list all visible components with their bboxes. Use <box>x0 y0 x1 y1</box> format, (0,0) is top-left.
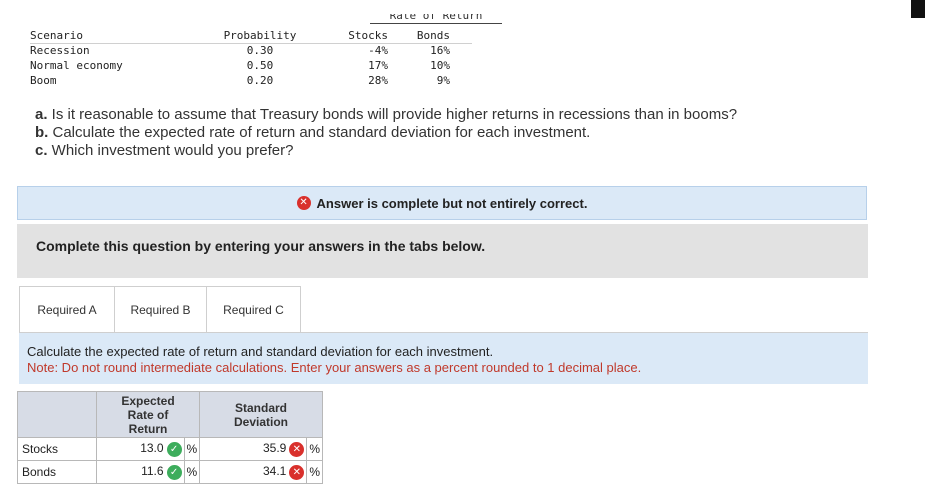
answer-table: Expected Rate of Return Standard Deviati… <box>17 391 323 484</box>
header-standard-deviation: Standard Deviation <box>199 391 323 438</box>
scenario-bonds: 16% <box>430 44 450 57</box>
input-value: 34.1 <box>263 464 287 479</box>
std-dev-bonds-input[interactable]: 34.1 ✕ <box>198 460 308 484</box>
question-c: c. Which investment would you prefer? <box>35 142 737 160</box>
scenario-row: Boom 0.20 28% 9% <box>30 73 472 88</box>
scenario-name: Recession <box>30 44 90 57</box>
answer-status-banner: ✕ Answer is complete but not entirely co… <box>17 186 867 220</box>
tab-label: Required C <box>223 302 284 317</box>
instruction-text: Complete this question by entering your … <box>36 238 486 254</box>
header-scenario: Scenario <box>30 29 83 42</box>
task-instructions: Calculate the expected rate of return an… <box>19 333 868 384</box>
scenario-name: Boom <box>30 74 57 87</box>
percent-unit: % <box>183 437 201 461</box>
question-c-text: Which investment would you prefer? <box>47 142 294 159</box>
row-label-bonds: Bonds <box>17 460 97 484</box>
question-a-label: a. <box>35 106 48 123</box>
tab-required-a[interactable]: Required A <box>19 286 114 332</box>
x-icon: ✕ <box>289 441 305 457</box>
check-icon: ✓ <box>166 464 182 480</box>
task-note: Note: Do not round intermediate calculat… <box>27 360 642 375</box>
scenario-bonds: 9% <box>436 74 450 87</box>
task-text: Calculate the expected rate of return an… <box>27 344 494 359</box>
input-value: 11.6 <box>141 464 164 479</box>
expected-return-bonds-input[interactable]: 11.6 ✓ <box>96 460 185 484</box>
rate-of-return-header: Rate of Return <box>370 14 502 24</box>
header-standard-deviation-label: Standard Deviation <box>233 400 288 429</box>
x-icon: ✕ <box>296 196 311 210</box>
question-a-text: Is it reasonable to assume that Treasury… <box>47 106 738 123</box>
scenario-row: Normal economy 0.50 17% 10% <box>30 58 472 73</box>
table-row: Bonds 11.6 ✓ % 34.1 ✕ % <box>17 460 323 484</box>
question-list: a. Is it reasonable to assume that Treas… <box>35 106 737 160</box>
corner-marker <box>911 0 925 18</box>
question-b-text: Calculate the expected rate of return an… <box>48 124 591 141</box>
tab-required-c[interactable]: Required C <box>207 286 301 332</box>
question-a: a. Is it reasonable to assume that Treas… <box>35 106 737 124</box>
header-bonds: Bonds <box>416 29 450 42</box>
scenario-bonds: 10% <box>430 59 450 72</box>
std-dev-stocks-input[interactable]: 35.9 ✕ <box>198 437 308 461</box>
scenario-name: Normal economy <box>30 59 123 72</box>
header-expected-return-label: Expected Rate of Return <box>121 393 175 436</box>
tab-required-b[interactable]: Required B <box>114 286 207 332</box>
input-value: 13.0 <box>140 441 164 456</box>
header-blank <box>17 391 97 438</box>
instruction-bar: Complete this question by entering your … <box>17 224 868 278</box>
scenario-row: Recession 0.30 -4% 16% <box>30 43 472 58</box>
input-value: 35.9 <box>263 441 287 456</box>
question-c-label: c. <box>35 142 48 159</box>
row-label-stocks: Stocks <box>17 437 97 461</box>
tab-label: Required A <box>37 302 97 317</box>
tab-label: Required B <box>130 302 191 317</box>
percent-unit: % <box>306 460 323 484</box>
header-stocks: Stocks <box>348 29 388 42</box>
scenario-probability: 0.20 <box>246 74 274 87</box>
header-probability: Probability <box>223 29 297 42</box>
scenario-stocks: 28% <box>368 74 388 87</box>
scenario-stocks: -4% <box>368 44 388 57</box>
answer-table-header: Expected Rate of Return Standard Deviati… <box>17 391 323 438</box>
percent-unit: % <box>306 437 323 461</box>
scenario-stocks: 17% <box>368 59 388 72</box>
expected-return-stocks-input[interactable]: 13.0 ✓ <box>96 437 185 461</box>
x-icon: ✕ <box>289 464 305 480</box>
percent-unit: % <box>183 460 201 484</box>
answer-status-text: Answer is complete but not entirely corr… <box>316 195 588 211</box>
question-b: b. Calculate the expected rate of return… <box>35 124 737 142</box>
scenario-probability: 0.50 <box>246 59 274 72</box>
question-b-label: b. <box>35 124 49 141</box>
check-icon: ✓ <box>166 441 182 457</box>
header-expected-return: Expected Rate of Return <box>96 391 200 438</box>
scenario-probability: 0.30 <box>246 44 274 57</box>
table-row: Stocks 13.0 ✓ % 35.9 ✕ % <box>17 437 323 461</box>
